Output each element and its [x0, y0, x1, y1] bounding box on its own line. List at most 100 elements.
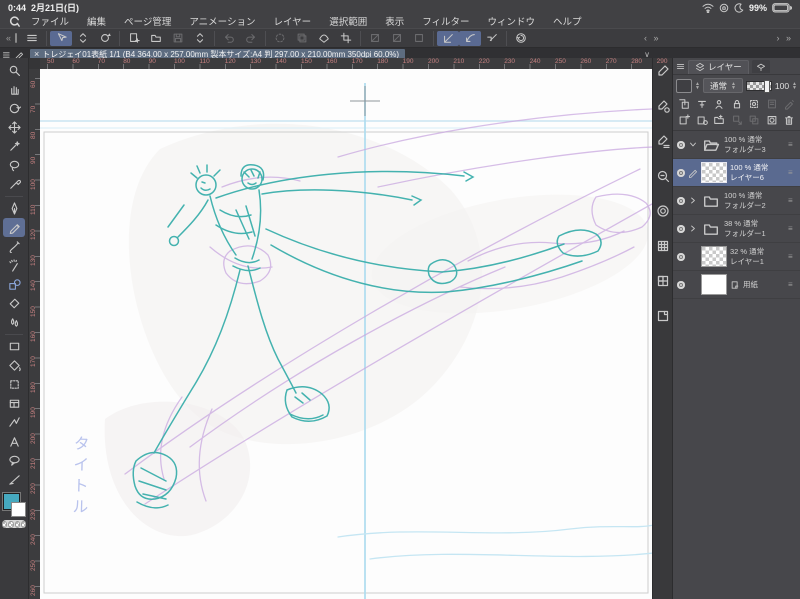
- layer-visibility-eye-icon[interactable]: [677, 280, 685, 289]
- tool-palette-icon[interactable]: [656, 64, 670, 78]
- rotate-canvas-tool[interactable]: [3, 99, 25, 118]
- zoom-tool[interactable]: [3, 61, 25, 80]
- layer-row-フォルダー1[interactable]: 38 % 通常 フォルダー1 ≡: [673, 215, 800, 243]
- layer-row-レイヤー1[interactable]: 32 % 通常 レイヤー1 ≡: [673, 243, 800, 271]
- new-vector-layer-button[interactable]: [696, 114, 708, 126]
- hand-tool[interactable]: [3, 80, 25, 99]
- clip-studio-logo-icon[interactable]: [6, 15, 22, 28]
- reset-rotation-button[interactable]: [510, 31, 532, 46]
- command-bar-menu-button[interactable]: [21, 31, 43, 46]
- clip-to-layer-below-button[interactable]: [678, 98, 690, 110]
- layer-row-レイヤー6[interactable]: 100 % 通常 レイヤー6 ≡: [673, 159, 800, 187]
- new-layer-folder-button[interactable]: [713, 114, 725, 126]
- opacity-slider-handle[interactable]: [763, 79, 770, 93]
- brush-size-palette-icon[interactable]: [656, 169, 670, 183]
- delete-layer-button[interactable]: [783, 114, 795, 126]
- gradient-tool[interactable]: [3, 337, 25, 356]
- color-wheel-palette-icon[interactable]: [656, 204, 670, 218]
- layer-visibility-eye-icon[interactable]: [677, 168, 685, 177]
- transparent-color-chip[interactable]: [2, 520, 26, 528]
- ruler-tool[interactable]: [3, 470, 25, 489]
- selection-border-button[interactable]: [335, 31, 357, 46]
- paper-thumbnail[interactable]: [701, 274, 727, 295]
- layer-drag-handle-icon[interactable]: ≡: [788, 168, 798, 177]
- figure-tool[interactable]: [3, 413, 25, 432]
- toolbar-grip[interactable]: [15, 33, 18, 43]
- layer-color-stepper[interactable]: ▲ ▼: [695, 81, 700, 90]
- menu-item-5[interactable]: 選択範囲: [320, 14, 376, 28]
- snap-to-ruler-button[interactable]: [437, 30, 460, 46]
- balloon-tool[interactable]: [3, 451, 25, 470]
- tool-cycle-button[interactable]: [72, 31, 94, 46]
- move-layer-tool[interactable]: [3, 118, 25, 137]
- lock-transparent-pixels-button[interactable]: [748, 98, 760, 110]
- menu-item-7[interactable]: フィルター: [413, 14, 478, 28]
- layer-panel-menu-icon[interactable]: [676, 62, 685, 71]
- layer-row-フォルダー3[interactable]: 100 % 通常 フォルダー3 ≡: [673, 131, 800, 159]
- new-raster-layer-button[interactable]: [678, 114, 690, 126]
- snap-to-special-ruler-button[interactable]: [459, 30, 482, 46]
- layer-row-フォルダー2[interactable]: 100 % 通常 フォルダー2 ≡: [673, 187, 800, 215]
- decoration-tool[interactable]: [3, 275, 25, 294]
- layer-drag-handle-icon[interactable]: ≡: [788, 196, 798, 205]
- menu-item-4[interactable]: レイヤー: [264, 14, 320, 28]
- drawing-canvas[interactable]: タイトル: [40, 69, 652, 599]
- layer-visibility-eye-icon[interactable]: [677, 196, 685, 205]
- eyedropper-tool[interactable]: [3, 175, 25, 194]
- open-file-button[interactable]: [145, 31, 167, 46]
- layer-visibility-eye-icon[interactable]: [677, 252, 685, 261]
- object-operation-button[interactable]: [50, 30, 73, 46]
- layer-drag-handle-icon[interactable]: ≡: [788, 140, 798, 149]
- lock-layer-button[interactable]: [731, 98, 743, 110]
- collapse-toolbar-icon[interactable]: «: [3, 33, 14, 43]
- menu-item-9[interactable]: ヘルプ: [544, 14, 591, 28]
- layer-thumbnail[interactable]: [701, 162, 727, 183]
- layer-drag-handle-icon[interactable]: ≡: [788, 280, 798, 289]
- tone-tool[interactable]: [3, 375, 25, 394]
- tab-layers[interactable]: レイヤー: [688, 59, 749, 74]
- layer-drag-handle-icon[interactable]: ≡: [788, 252, 798, 261]
- tool-property-palette-icon[interactable]: [656, 134, 670, 148]
- clear-selection-button[interactable]: [313, 31, 335, 46]
- layer-thumbnail[interactable]: [701, 246, 727, 267]
- color-set-palette-icon[interactable]: [656, 239, 670, 253]
- selection-source-button[interactable]: [713, 98, 725, 110]
- menu-item-6[interactable]: 表示: [376, 14, 413, 28]
- pen-tool[interactable]: [3, 199, 25, 218]
- create-layer-mask-button[interactable]: [766, 114, 778, 126]
- collapse-folder-icon[interactable]: [688, 139, 698, 150]
- operation-tool[interactable]: [3, 137, 25, 156]
- selection-tool[interactable]: [3, 156, 25, 175]
- menu-item-8[interactable]: ウィンドウ: [479, 14, 545, 28]
- repeat-command-button[interactable]: [94, 31, 116, 46]
- background-color-swatch[interactable]: [11, 502, 26, 517]
- eraser-tool[interactable]: [3, 294, 25, 313]
- fill-tool[interactable]: [3, 356, 25, 375]
- pencil-tool[interactable]: [3, 218, 25, 237]
- menu-item-3[interactable]: アニメーション: [180, 14, 264, 28]
- menu-item-2[interactable]: ページ管理: [115, 14, 180, 28]
- opacity-stepper[interactable]: ▲ ▼: [792, 81, 797, 90]
- subtool-palette-icon[interactable]: [656, 99, 670, 113]
- new-canvas-button[interactable]: [123, 31, 145, 46]
- airbrush-tool[interactable]: [3, 256, 25, 275]
- save-cycle-button[interactable]: [189, 31, 211, 46]
- opacity-slider[interactable]: [745, 79, 772, 93]
- expand-folder-icon[interactable]: [688, 195, 698, 206]
- ruler-range-button[interactable]: [696, 98, 708, 110]
- layer-color-box[interactable]: [676, 78, 692, 93]
- layer-visibility-eye-icon[interactable]: [677, 140, 685, 149]
- frame-border-tool[interactable]: [3, 394, 25, 413]
- text-tool[interactable]: [3, 432, 25, 451]
- blend-mode-select[interactable]: 通常 ▲ ▼: [702, 78, 743, 93]
- layer-row-用紙[interactable]: 用紙 ≡: [673, 271, 800, 299]
- expand-folder-icon[interactable]: [688, 223, 698, 234]
- blend-tool[interactable]: [3, 313, 25, 332]
- menu-item-1[interactable]: 編集: [78, 14, 115, 28]
- layer-visibility-eye-icon[interactable]: [677, 224, 685, 233]
- snap-to-grid-button[interactable]: [481, 31, 503, 46]
- brush-tool[interactable]: [3, 237, 25, 256]
- dock-scroll-left[interactable]: ‹ »: [640, 33, 665, 43]
- panel-scroll-right[interactable]: › »: [772, 33, 797, 43]
- color-mixing-palette-icon[interactable]: [656, 274, 670, 288]
